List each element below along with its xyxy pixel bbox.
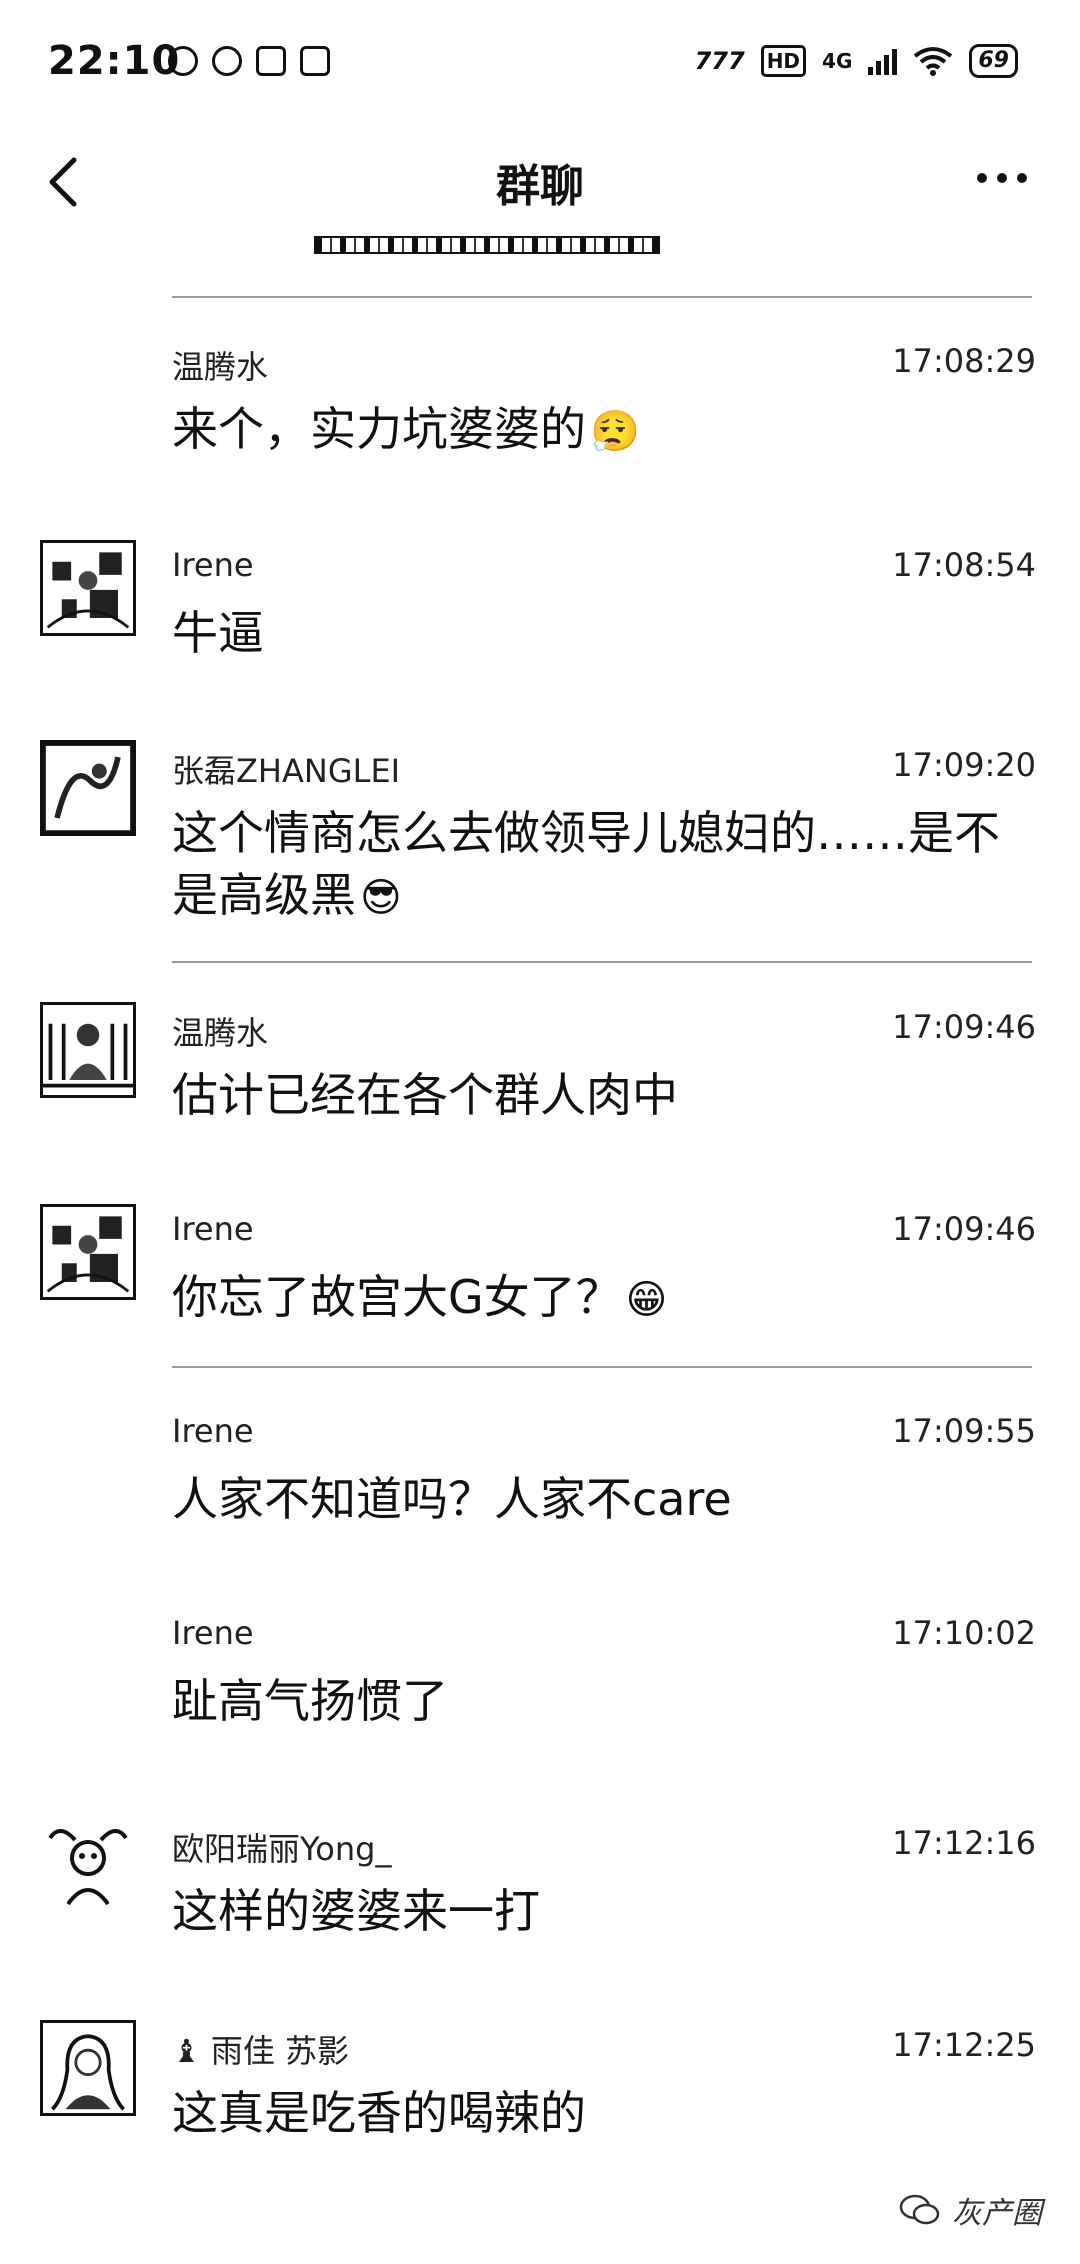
message-item[interactable]: 温腾水 17:08:29 来个，实力坑婆婆的 😮‍💨 [0,342,1080,462]
message-text: 这真是吃香的喝辣的 [172,2086,586,2140]
emoji-icon: 😁 [625,1277,668,1323]
emoji-icon: 😎 [360,875,402,921]
more-horizontal-icon[interactable] [962,158,1042,198]
battery-icon: 69 [969,44,1018,78]
message-text: 你忘了故宫大G女了？ 😁 [172,1266,1022,1331]
app-notification-icon [256,46,286,76]
divider [172,961,1032,963]
message-text: 来个，实力坑婆婆的 😮‍💨 [172,398,1022,463]
message-item[interactable]: 欧阳瑞丽Yong_ 17:12:16 这样的婆婆来一打 [0,1818,1080,1944]
message-item[interactable]: 温腾水 17:09:46 估计已经在各个群人肉中 [0,1002,1080,1128]
message-time: 17:08:54 [892,546,1036,584]
avatar[interactable] [40,740,136,836]
avatar[interactable] [40,1818,136,1914]
sender-name: 张磊ZHANGLEI [172,752,401,790]
badge-icon: ♝ [172,2032,211,2070]
message-time: 17:09:46 [892,1008,1036,1046]
status-right: 777 HD 4G 69 [695,44,1018,78]
message-item[interactable]: 张磊ZHANGLEI 17:09:20 这个情商怎么去做领导儿媳妇的……是不是高… [0,740,1080,929]
avatar[interactable] [40,1002,136,1098]
carrier-icon: 777 [694,47,745,75]
page-title: 群聊 [496,161,584,212]
message-text: 估计已经在各个群人肉中 [172,1068,678,1122]
sender-name: 温腾水 [172,1014,269,1052]
message-item[interactable]: Irene 17:09:46 你忘了故宫大G女了？ 😁 [0,1204,1080,1331]
avatar[interactable] [40,540,136,636]
network-label: 4G [822,49,853,73]
message-time: 17:12:25 [892,2026,1036,2064]
wechat-icon [899,2194,940,2225]
message-time: 17:09:46 [892,1210,1036,1248]
hd-badge: HD [760,45,807,77]
emoji-icon: 😮‍💨 [590,409,640,455]
message-item[interactable]: ♝ 雨佳 苏影 17:12:25 这真是吃香的喝辣的 [0,2020,1080,2146]
sender-name: Irene [172,1412,254,1450]
signal-icon [868,47,898,75]
wifi-icon [914,47,953,76]
message-text: 这个情商怎么去做领导儿媳妇的……是不是高级黑 😎 [172,802,1022,929]
message-time: 17:10:02 [892,1614,1036,1652]
status-time: 22:10 [48,38,181,84]
sender-name: ♝ 雨佳 苏影 [172,2032,350,2070]
message-text: 牛逼 [172,606,264,660]
avatar[interactable] [40,1204,136,1300]
message-time: 17:08:29 [892,342,1036,380]
sender-name: Irene [172,1210,254,1248]
sender-name: Irene [172,546,254,584]
avatar[interactable] [40,2020,136,2116]
message-time: 17:09:55 [892,1412,1036,1450]
notification-icons [168,46,330,76]
watermark-text: 灰产圈 [952,2196,1042,2231]
paw-icon [168,46,198,76]
qr-notification-icon [300,46,330,76]
message-item[interactable]: Irene 17:09:55 人家不知道吗？人家不care [0,1412,1080,1532]
divider [172,296,1032,298]
message-time: 17:09:20 [892,746,1036,784]
sender-name: 欧阳瑞丽Yong_ [172,1830,392,1868]
message-text: 趾高气扬惯了 [172,1674,448,1728]
message-item[interactable]: Irene 17:08:54 牛逼 [0,540,1080,666]
pinned-banner[interactable] [314,236,660,254]
sender-name: 温腾水 [172,348,269,386]
watermark: 灰产圈 [898,2188,1042,2232]
sender-name: Irene [172,1614,254,1652]
status-bar: 22:10 777 HD 4G 69 [0,0,1080,130]
nav-bar: 群聊 [0,130,1080,240]
message-time: 17:12:16 [892,1824,1036,1862]
message-text: 这样的婆婆来一打 [172,1884,540,1938]
divider [172,1366,1032,1368]
gear-icon [212,46,242,76]
message-text: 人家不知道吗？人家不care [172,1472,732,1526]
message-item[interactable]: Irene 17:10:02 趾高气扬惯了 [0,1614,1080,1734]
